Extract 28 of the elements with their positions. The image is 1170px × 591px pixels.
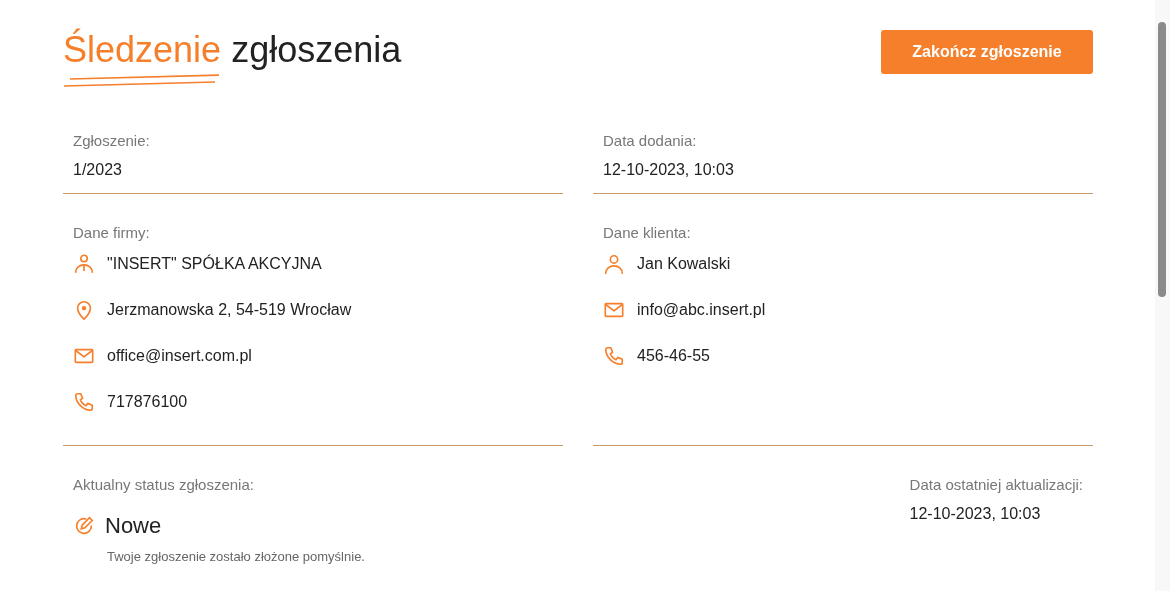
field-label: Data ostatniej aktualizacji: [909,476,1083,493]
field-label: Data dodania: [603,132,698,149]
person-icon [603,253,625,275]
field-value: 12-10-2023, 10:03 [603,161,735,179]
phone-icon [603,345,625,367]
pencil-circle-icon [73,515,95,537]
scrollbar[interactable] [1155,0,1170,591]
page-title: zgłoszenia [231,30,402,70]
contact-text: Jan Kowalski [637,255,731,273]
phone-icon [73,391,95,413]
contact-text: 717876100 [107,393,188,411]
field-label: Dane klienta: [603,224,692,241]
end-ticket-button[interactable]: Zakończ zgłoszenie [881,30,1093,74]
contact-text: 456-46-55 [637,347,710,365]
contact-text: office@insert.com.pl [107,347,252,365]
field-label: Zgłoszenie: [73,132,151,149]
scrollbar-thumb[interactable] [1158,22,1166,297]
contact-text: "INSERT" SPÓŁKA AKCYJNA [107,255,322,273]
contact-text: info@abc.insert.pl [637,301,766,319]
field-value: 12-10-2023, 10:03 [909,505,1042,523]
status-name: Nowe [105,513,162,539]
person-icon [73,253,95,275]
title-accent: Śledzenie [63,30,222,70]
contact-text: Jerzmanowska 2, 54-519 Wrocław [107,301,352,319]
field-label: Aktualny status zgłoszenia: [73,476,255,493]
field-value: 1/2023 [73,161,123,179]
status-description: Twoje zgłoszenie zostało złożone pomyślnie. [107,549,365,564]
field-label: Dane firmy: [73,224,151,241]
